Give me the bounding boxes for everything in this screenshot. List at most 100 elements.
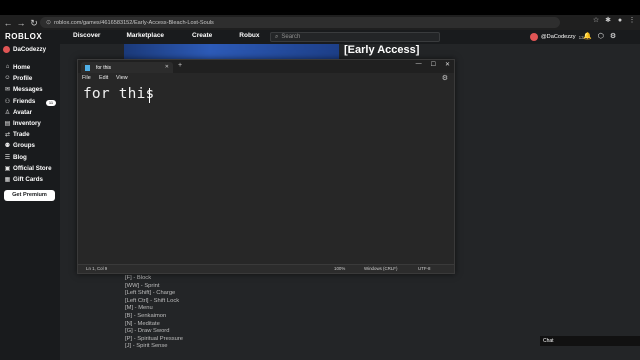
- encoding: UTF-8: [418, 266, 431, 271]
- sidebar-item-friends[interactable]: ⚇ Friends: [4, 96, 36, 106]
- new-tab-icon[interactable]: +: [178, 62, 182, 69]
- notepad-content: for this: [83, 86, 155, 102]
- text-caret: [149, 88, 150, 103]
- sidebar-item-label: Home: [13, 63, 31, 71]
- robux-icon[interactable]: ⬡: [598, 32, 604, 40]
- control-line: [M] - Menu: [125, 305, 153, 312]
- notepad-status-bar: Ln 1, Col 9 100% Windows (CRLF) UTF-8: [78, 264, 454, 273]
- control-line: [F] - Block: [125, 275, 152, 281]
- extensions-icon[interactable]: ✱: [604, 17, 612, 25]
- line-ending: Windows (CRLF): [364, 266, 398, 271]
- control-line: [G] - Draw Sword: [125, 328, 170, 335]
- nav-robux[interactable]: Robux: [239, 32, 259, 39]
- forward-icon[interactable]: →: [16, 18, 26, 28]
- browser-menu-icon[interactable]: ⋮: [628, 17, 636, 25]
- header-user[interactable]: @DaCodezzy 13+: [530, 33, 586, 41]
- groups-icon: ⚉: [4, 142, 11, 149]
- nav-create[interactable]: Create: [192, 32, 212, 39]
- inventory-icon: ▤: [4, 120, 11, 127]
- back-icon[interactable]: ←: [3, 18, 13, 28]
- close-tab-icon[interactable]: ✕: [165, 64, 169, 70]
- game-title: [Early Access]: [344, 44, 420, 56]
- sidebar-item-gift-cards[interactable]: ▦ Gift Cards: [4, 174, 43, 184]
- browser-tab-strip: [0, 0, 640, 15]
- chat-bar[interactable]: Chat: [540, 336, 640, 346]
- sidebar-item-blog[interactable]: ☰ Blog: [4, 152, 27, 162]
- header-username: @DaCodezzy: [541, 34, 576, 40]
- home-icon: ⌂: [5, 64, 10, 70]
- sidebar-username: DaCodezzy: [13, 46, 47, 53]
- search-placeholder: Search: [281, 34, 301, 40]
- nav-marketplace[interactable]: Marketplace: [126, 32, 164, 39]
- gift-cards-icon: ▦: [4, 176, 11, 183]
- control-line: [B] - Senkaimon: [125, 312, 167, 319]
- roblox-header: ROBLOX Discover Marketplace Create Robux…: [0, 30, 640, 44]
- notepad-icon: [85, 64, 90, 71]
- search-icon: ⌕: [275, 33, 279, 40]
- browser-extension-icons: ☆ ✱ ● ⋮: [592, 17, 636, 25]
- sidebar-item-trade[interactable]: ⇄ Trade: [4, 129, 30, 139]
- browser-toolbar: ← → ↻ ⊙ roblox.com/games/4616583152/Earl…: [0, 15, 640, 30]
- notepad-tab-title: for this: [96, 64, 112, 71]
- sidebar-item-label: Inventory: [13, 119, 41, 127]
- notifications-icon[interactable]: 🔔: [583, 32, 592, 40]
- sidebar-item-avatar[interactable]: ♙ Avatar: [4, 107, 32, 117]
- window-controls: — ☐ ✕: [416, 61, 450, 68]
- menu-view[interactable]: View: [116, 75, 128, 81]
- header-icons: 🔔 ⬡ ⚙: [583, 32, 616, 40]
- sidebar: DaCodezzy ⌂ Home ☺ Profile ✉ Messages ⚇ …: [0, 44, 60, 360]
- get-premium-button[interactable]: Get Premium: [4, 190, 55, 201]
- cursor-position: Ln 1, Col 9: [86, 266, 108, 271]
- control-line: [J] - Spirit Sense: [125, 343, 168, 350]
- profile-avatar-icon[interactable]: ●: [616, 17, 624, 25]
- nav-discover[interactable]: Discover: [73, 32, 100, 39]
- sidebar-item-inventory[interactable]: ▤ Inventory: [4, 118, 41, 128]
- address-bar[interactable]: ⊙ roblox.com/games/4616583152/Early-Acce…: [40, 17, 560, 28]
- game-controls-list: [F] - Block [WW] - Sprint [Left Shift] -…: [125, 275, 183, 351]
- sidebar-item-groups[interactable]: ⚉ Groups: [4, 140, 35, 150]
- sidebar-user[interactable]: DaCodezzy: [3, 46, 46, 53]
- notepad-titlebar[interactable]: for this ✕ + — ☐ ✕: [78, 60, 454, 73]
- sidebar-item-official-store[interactable]: ▣ Official Store: [4, 163, 52, 173]
- settings-gear-icon[interactable]: ⚙: [610, 32, 616, 40]
- notepad-menubar: File Edit View ⚙: [78, 73, 454, 83]
- friends-count-badge: 11: [46, 100, 56, 106]
- address-url: roblox.com/games/4616583152/Early-Access…: [54, 19, 214, 26]
- settings-gear-icon[interactable]: ⚙: [442, 74, 448, 82]
- menu-file[interactable]: File: [82, 75, 91, 81]
- control-line: [Left Shift] - Charge: [125, 290, 176, 297]
- header-nav: Discover Marketplace Create Robux: [73, 32, 260, 39]
- control-line: [Left Ctrl] - Shift Lock: [125, 297, 180, 304]
- sidebar-item-profile[interactable]: ☺ Profile: [4, 73, 32, 83]
- friends-icon: ⚇: [4, 98, 11, 105]
- sidebar-item-label: Blog: [13, 153, 27, 161]
- menu-edit[interactable]: Edit: [99, 75, 108, 81]
- avatar: [530, 33, 538, 41]
- notepad-tab[interactable]: for this ✕: [81, 62, 173, 73]
- minimize-icon[interactable]: —: [416, 61, 422, 68]
- zoom-level: 100%: [334, 266, 346, 271]
- sidebar-item-home[interactable]: ⌂ Home: [4, 62, 31, 72]
- roblox-logo[interactable]: ROBLOX: [5, 32, 42, 41]
- profile-icon: ☺: [4, 75, 11, 81]
- sidebar-item-label: Profile: [13, 74, 33, 82]
- sidebar-item-label: Friends: [13, 97, 36, 105]
- control-line: [P] - Spiritual Pressure: [125, 335, 183, 342]
- sidebar-item-label: Messages: [13, 85, 43, 93]
- store-icon: ▣: [4, 165, 11, 172]
- control-line: [N] - Meditate: [125, 320, 160, 327]
- reload-icon[interactable]: ↻: [29, 18, 39, 28]
- sidebar-item-label: Groups: [13, 141, 36, 149]
- maximize-icon[interactable]: ☐: [431, 61, 436, 68]
- messages-icon: ✉: [4, 86, 11, 93]
- bookmark-star-icon[interactable]: ☆: [592, 17, 600, 25]
- sidebar-item-messages[interactable]: ✉ Messages: [4, 84, 43, 94]
- notepad-text-area[interactable]: for this: [78, 83, 454, 264]
- notepad-window: for this ✕ + — ☐ ✕ File Edit View ⚙ for …: [77, 59, 455, 274]
- close-window-icon[interactable]: ✕: [445, 61, 450, 68]
- sidebar-item-label: Official Store: [13, 164, 52, 172]
- blog-icon: ☰: [4, 154, 11, 161]
- search-input[interactable]: ⌕ Search: [270, 32, 440, 42]
- site-info-icon[interactable]: ⊙: [46, 19, 51, 26]
- sidebar-avatar: [3, 46, 10, 53]
